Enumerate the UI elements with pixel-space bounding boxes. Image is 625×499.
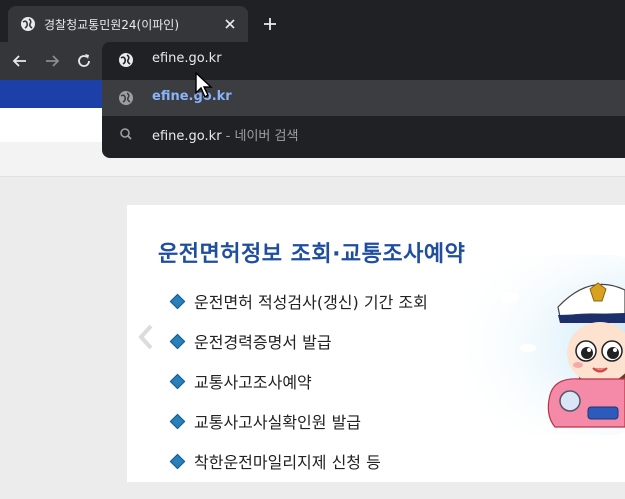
omnibox-suggestion-url[interactable]: efine.go.kr [102, 80, 625, 116]
menu-item-mileage[interactable]: 착한운전마일리지제 신청 등 [169, 449, 381, 473]
forward-arrow-icon[interactable] [42, 51, 62, 71]
globe-icon [21, 17, 35, 31]
menu-item-accident-reservation[interactable]: 교통사고조사예약 [169, 369, 312, 393]
new-tab-icon[interactable] [260, 14, 280, 34]
menu-item-driving-record[interactable]: 운전경력증명서 발급 [169, 329, 332, 353]
mouse-cursor-icon [195, 72, 213, 99]
suggestion-search-text: efine.go.kr - 네이버 검색 [152, 129, 299, 144]
close-icon[interactable] [220, 14, 240, 34]
omnibox-input-text: efine.go.kr [152, 51, 222, 66]
tab-title: 경찰청교통민원24(이파인) [44, 18, 180, 32]
card-title: 운전면허정보 조회·교통조사예약 [158, 242, 466, 267]
diamond-bullet-icon [169, 413, 186, 430]
active-tab[interactable]: 경찰청교통민원24(이파인) [8, 6, 248, 42]
omnibox-input[interactable]: efine.go.kr [102, 42, 625, 80]
back-arrow-icon[interactable] [10, 51, 30, 71]
omnibox-suggestion-search[interactable]: efine.go.kr - 네이버 검색 [102, 116, 625, 152]
globe-icon [119, 91, 133, 105]
diamond-bullet-icon [169, 373, 186, 390]
menu-item-license-renewal[interactable]: 운전면허 적성검사(갱신) 기간 조회 [169, 289, 428, 313]
reload-icon[interactable] [74, 51, 94, 71]
globe-icon [119, 53, 133, 67]
diamond-bullet-icon [169, 333, 186, 350]
omnibox-dropdown: efine.go.kr efine.go.kr efine.go.kr - 네이… [102, 42, 625, 158]
menu-item-accident-certificate[interactable]: 교통사고사실확인원 발급 [169, 409, 361, 433]
suggestion-url-text: efine.go.kr [152, 89, 232, 104]
chevron-left-icon[interactable] [136, 324, 156, 350]
diamond-bullet-icon [169, 293, 186, 310]
search-icon [120, 128, 132, 140]
diamond-bullet-icon [169, 453, 186, 470]
police-mascot-illustration [430, 255, 625, 435]
